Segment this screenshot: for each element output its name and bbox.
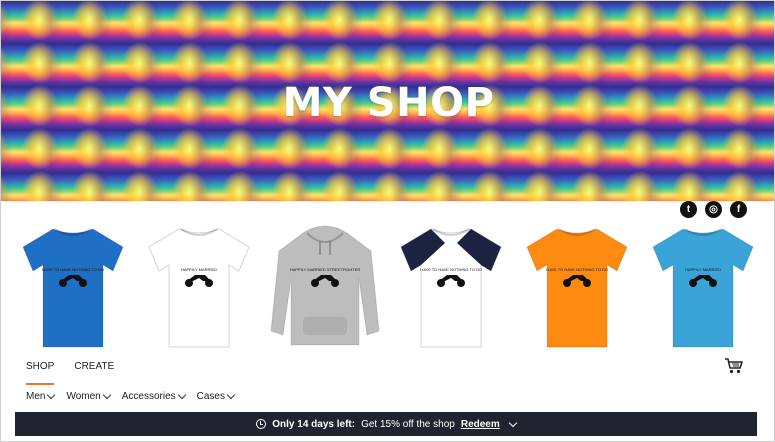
product-image: HAPPILY MARRIED xyxy=(148,228,250,348)
promo-text: Get 15% off the shop xyxy=(361,418,455,430)
category-accessories[interactable]: Accessories xyxy=(121,390,186,402)
main-nav: SHOP CREATE xyxy=(26,361,114,385)
category-cases-label: Cases xyxy=(196,391,225,402)
product-item[interactable]: I LIKE TO HAVE NOTHING TO DO xyxy=(389,221,513,353)
svg-text:I LIKE TO HAVE NOTHING TO DO: I LIKE TO HAVE NOTHING TO DO xyxy=(420,267,482,272)
product-image: I LIKE TO HAVE NOTHING TO DO xyxy=(400,228,502,348)
svg-text:I LIKE TO HAVE NOTHING TO DO: I LIKE TO HAVE NOTHING TO DO xyxy=(42,267,104,272)
product-strip: I LIKE TO HAVE NOTHING TO DO HAPPILY MAR… xyxy=(11,221,766,353)
svg-text:HAPPILY MARRIED STREETFIGHTER: HAPPILY MARRIED STREETFIGHTER xyxy=(290,267,361,272)
product-item[interactable]: I LIKE TO HAVE NOTHING TO DO xyxy=(11,221,135,353)
shop-title: MY SHOP xyxy=(282,80,495,126)
chevron-down-icon[interactable] xyxy=(508,418,517,427)
redeem-link[interactable]: Redeem xyxy=(461,419,500,430)
product-image: HAPPILY MARRIED STREETFIGHTER xyxy=(270,225,380,346)
chevron-down-icon xyxy=(102,390,111,400)
category-cases[interactable]: Cases xyxy=(196,390,236,402)
svg-text:HAPPILY MARRIED: HAPPILY MARRIED xyxy=(181,267,217,272)
promo-highlight: Only 14 days left: xyxy=(272,418,356,430)
category-men[interactable]: Men xyxy=(26,390,56,402)
svg-text:I LIKE TO HAVE NOTHING TO DO: I LIKE TO HAVE NOTHING TO DO xyxy=(546,267,608,272)
chevron-down-icon xyxy=(177,390,186,400)
product-item[interactable]: HAPPILY MARRIED xyxy=(137,221,261,353)
category-women[interactable]: Women xyxy=(66,390,111,402)
category-accessories-label: Accessories xyxy=(121,391,176,402)
category-nav: Men Women Accessories Cases xyxy=(26,390,236,402)
product-item[interactable]: HAPPILY MARRIED xyxy=(641,221,765,353)
category-women-label: Women xyxy=(66,391,101,402)
cart-icon[interactable] xyxy=(724,357,744,375)
product-image: HAPPILY MARRIED xyxy=(652,228,754,348)
social-links: t ◎ f xyxy=(680,201,747,218)
instagram-icon[interactable]: ◎ xyxy=(705,201,722,218)
product-item[interactable]: I LIKE TO HAVE NOTHING TO DO xyxy=(515,221,639,353)
chevron-down-icon xyxy=(226,390,236,400)
product-item[interactable]: HAPPILY MARRIED STREETFIGHTER xyxy=(263,221,387,353)
product-image: I LIKE TO HAVE NOTHING TO DO xyxy=(22,228,124,348)
clock-icon xyxy=(256,419,267,429)
tab-create[interactable]: CREATE xyxy=(74,361,114,385)
page-frame: MY SHOP t ◎ f I LIKE TO HAVE NOTHING TO … xyxy=(0,0,775,442)
facebook-icon[interactable]: f xyxy=(730,201,747,218)
chevron-down-icon xyxy=(47,390,56,400)
svg-text:HAPPILY MARRIED: HAPPILY MARRIED xyxy=(685,267,721,272)
tab-shop[interactable]: SHOP xyxy=(26,361,55,385)
twitter-icon[interactable]: t xyxy=(680,201,697,218)
shop-banner: MY SHOP xyxy=(1,1,774,201)
category-men-label: Men xyxy=(26,391,46,402)
product-image: I LIKE TO HAVE NOTHING TO DO xyxy=(526,228,628,348)
promo-bar: Only 14 days left: Get 15% off the shop … xyxy=(15,412,757,436)
